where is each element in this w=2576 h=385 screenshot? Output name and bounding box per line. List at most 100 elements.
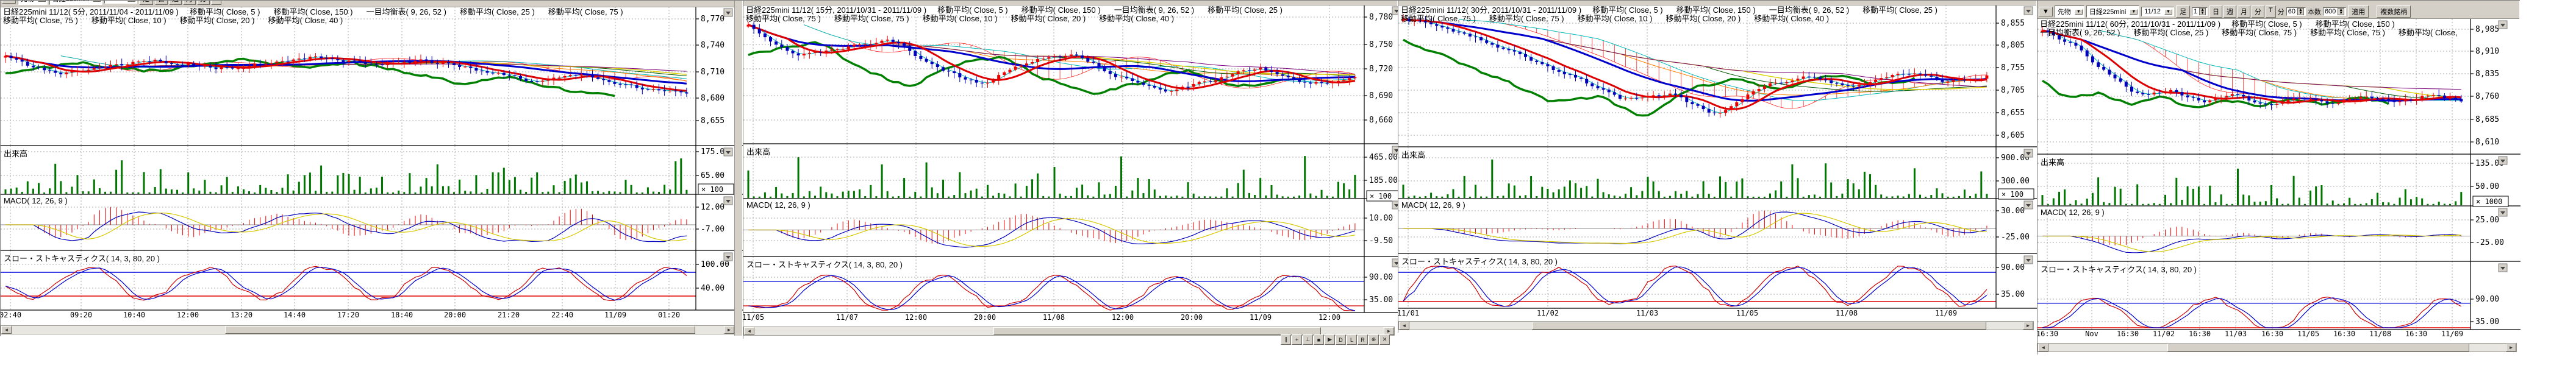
scroll-track[interactable]: [12, 326, 724, 334]
bar-total-spinner[interactable]: 600▲▼: [2323, 7, 2346, 16]
window-top-strip: ▼ 先物▼ 日経225mini▼ 11/12▼ 足 日週月分T: [1, 1, 742, 7]
contract-select[interactable]: 11/12▼: [104, 1, 137, 4]
period-button[interactable]: T: [2266, 5, 2276, 18]
bar-count-spinner[interactable]: 1▲▼: [2192, 7, 2208, 16]
period-button[interactable]: 日: [2209, 5, 2222, 18]
period-button[interactable]: 月: [2238, 5, 2250, 18]
period-button[interactable]: 日: [155, 1, 168, 5]
multi-symbol-button[interactable]: 複数銘柄: [2377, 5, 2411, 18]
apply-button[interactable]: 適用: [2348, 5, 2369, 18]
symbol-select[interactable]: 日経225mini▼: [49, 1, 102, 5]
chart-canvas-5min[interactable]: 8,7708,7408,7108,6808,655175.0065.0012.0…: [1, 1, 743, 337]
svg-text:8,720: 8,720: [1369, 65, 1393, 74]
period-button[interactable]: 分: [197, 1, 210, 5]
svg-text:16:30: 16:30: [2333, 330, 2355, 338]
drawing-tool-button[interactable]: ■: [1314, 334, 1324, 345]
svg-text:11/02: 11/02: [2153, 330, 2175, 338]
chart-canvas-30min[interactable]: 8,8558,8058,7558,7058,6558,605900.00300.…: [1398, 1, 2038, 333]
scroll-thumb[interactable]: [225, 326, 695, 334]
scroll-track[interactable]: [2048, 344, 2506, 351]
drawing-tool-button[interactable]: +: [1292, 334, 1302, 345]
spinner-arrows-icon[interactable]: ▲▼: [2338, 8, 2344, 15]
svg-text:11/03: 11/03: [1636, 309, 1658, 317]
spinner-arrows-icon[interactable]: ▲▼: [2199, 8, 2206, 15]
horizontal-scrollbar[interactable]: ◄ ►: [1, 325, 735, 334]
svg-text:16:30: 16:30: [2189, 330, 2211, 338]
scroll-thumb[interactable]: [1532, 322, 1986, 330]
period-buttons: 日週月分T: [155, 1, 221, 5]
svg-text:× 100: × 100: [1370, 192, 1392, 200]
svg-text:8,760: 8,760: [2475, 92, 2499, 101]
svg-text:21:20: 21:20: [498, 311, 520, 319]
drawing-tool-button[interactable]: R: [1358, 334, 1368, 345]
drawing-tool-button[interactable]: L: [1347, 334, 1357, 345]
contract-select[interactable]: 11/12▼: [2141, 7, 2174, 16]
scroll-thumb[interactable]: [993, 327, 1321, 335]
drawing-tool-button[interactable]: ✕: [1379, 334, 1390, 345]
minute-label: 分: [2278, 7, 2284, 16]
svg-text:8,705: 8,705: [2001, 86, 2025, 95]
drawing-tool-button[interactable]: ⊕: [1368, 334, 1379, 345]
symbol-select[interactable]: 日経225mini▼: [2086, 5, 2139, 18]
svg-text:8,710: 8,710: [701, 68, 724, 77]
bar-type-button[interactable]: 足: [139, 1, 153, 5]
svg-text:20:00: 20:00: [444, 311, 466, 319]
category-select[interactable]: 先物▼: [18, 1, 48, 5]
scroll-track[interactable]: [1409, 322, 2023, 330]
svg-text:300.00: 300.00: [2001, 177, 2030, 186]
drawing-tool-button[interactable]: D: [1336, 334, 1346, 345]
scroll-thumb[interactable]: [2167, 344, 2469, 351]
svg-text:8,680: 8,680: [701, 94, 724, 103]
svg-text:8,655: 8,655: [701, 116, 724, 125]
chart-canvas-60min[interactable]: 8,9858,9108,8358,7608,6858,610135.0050.0…: [2038, 1, 2521, 355]
vertical-scrollbar[interactable]: [734, 1, 742, 336]
period-button[interactable]: 分: [2252, 5, 2264, 18]
svg-text:35.00: 35.00: [1369, 295, 1393, 305]
menu-dropdown-button[interactable]: ▼: [2039, 7, 2053, 16]
menu-dropdown-button[interactable]: ▼: [2, 1, 16, 4]
chart-window-15min: 8,7808,7508,7208,6908,660465.00185.0010.…: [743, 0, 1398, 339]
spinner-arrows-icon[interactable]: ▲▼: [2297, 8, 2304, 15]
svg-text:8,655: 8,655: [2001, 108, 2025, 118]
svg-text:8,985: 8,985: [2475, 25, 2499, 34]
svg-text:12:00: 12:00: [177, 311, 199, 319]
svg-text:10:40: 10:40: [123, 311, 145, 319]
drawing-tool-button[interactable]: ⊥: [1303, 334, 1313, 345]
svg-text:11/01: 11/01: [1398, 309, 1419, 317]
svg-text:-25.00: -25.00: [2475, 238, 2504, 247]
svg-text:11/08: 11/08: [1836, 309, 1858, 317]
svg-text:40.00: 40.00: [701, 284, 724, 293]
svg-text:16:30: 16:30: [2038, 330, 2058, 338]
bar-type-button[interactable]: 足: [2176, 5, 2190, 18]
period-button[interactable]: 週: [169, 1, 182, 5]
svg-text:11/03: 11/03: [2225, 330, 2247, 338]
svg-text:01:20: 01:20: [658, 311, 680, 319]
scroll-left-button[interactable]: ◄: [2038, 344, 2048, 351]
category-select[interactable]: 先物▼: [2055, 5, 2084, 18]
svg-text:90.00: 90.00: [2001, 263, 2025, 272]
scroll-left-button[interactable]: ◄: [744, 327, 754, 335]
scroll-right-button[interactable]: ►: [2506, 344, 2516, 351]
drawing-tool-button[interactable]: ∥: [1281, 334, 1291, 345]
svg-text:8,770: 8,770: [701, 15, 724, 24]
svg-text:185.00: 185.00: [1369, 176, 1398, 185]
period-button[interactable]: 月: [183, 1, 196, 5]
svg-text:17:20: 17:20: [337, 311, 359, 319]
minute-spinner[interactable]: 60▲▼: [2286, 7, 2306, 16]
chart-canvas-15min[interactable]: 8,7808,7508,7208,6908,660465.00185.0010.…: [743, 1, 1398, 339]
scroll-left-button[interactable]: ◄: [1399, 322, 1409, 330]
stoch-pane-label: スロー・ストキャスティクス( 14, 3, 80, 20 ): [746, 258, 903, 270]
period-button[interactable]: 週: [2224, 5, 2236, 18]
svg-text:20:00: 20:00: [1181, 313, 1203, 322]
horizontal-scrollbar[interactable]: ◄ ►: [1398, 321, 2034, 330]
svg-text:65.00: 65.00: [701, 171, 724, 180]
scroll-right-button[interactable]: ►: [2023, 322, 2033, 330]
svg-text:18:40: 18:40: [391, 311, 413, 319]
svg-text:50.00: 50.00: [2475, 182, 2499, 191]
drawing-tool-button[interactable]: ▶: [1325, 334, 1335, 345]
horizontal-scrollbar[interactable]: ◄ ►: [2038, 343, 2517, 352]
svg-text:11/09: 11/09: [2441, 330, 2463, 338]
scroll-left-button[interactable]: ◄: [1, 326, 12, 334]
scroll-right-button[interactable]: ►: [724, 326, 734, 334]
period-button[interactable]: T: [211, 1, 221, 5]
